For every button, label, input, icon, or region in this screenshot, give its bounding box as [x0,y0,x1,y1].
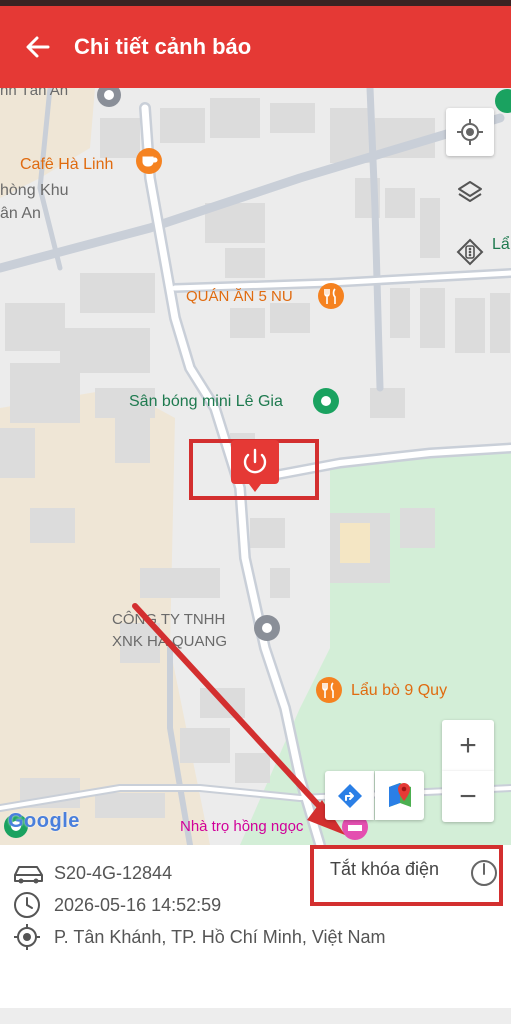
power-off-label: Tắt khóa điện [330,859,440,879]
zoom-out-button[interactable]: − [442,771,494,822]
back-arrow-icon[interactable] [24,33,52,61]
page-title: Chi tiết cảnh báo [74,34,252,59]
zoom-in-button[interactable]: + [442,720,494,771]
google-logo: Google [8,810,80,832]
clock-icon [14,892,40,918]
alert-time: 2026-05-16 14:52:59 [54,894,222,915]
annotation-arrow [132,603,345,835]
my-location-icon [457,119,483,145]
open-google-maps-button[interactable] [375,771,424,820]
traffic-button[interactable] [446,228,494,276]
layers-button[interactable] [446,168,494,216]
car-icon [14,866,43,884]
location-icon [14,924,40,950]
plate-row: S20-4G-12844 [0,859,300,887]
app-bar: Chi tiết cảnh báo [0,6,511,88]
time-row: 2026-05-16 14:52:59 [0,891,300,919]
layers-icon [458,181,482,202]
traffic-icon [456,238,484,266]
google-maps-icon [388,782,411,807]
vehicle-plate: S20-4G-12844 [54,862,173,883]
map-view[interactable]: nh Tân An Cafê Hà Linh hòng Khu ân An QU… [0,88,511,845]
alert-address: P. Tân Khánh, TP. Hồ Chí Minh, Việt Nam [54,926,386,947]
address-row: P. Tân Khánh, TP. Hồ Chí Minh, Việt Nam [0,923,511,951]
directions-icon [337,783,362,808]
my-location-button[interactable] [446,108,494,156]
directions-button[interactable] [325,771,374,820]
power-off-button[interactable] [468,857,500,889]
vehicle-info-panel: S20-4G-12844 2026-05-16 14:52:59 P. Tân … [0,845,511,1008]
bottom-bar [0,1008,511,1024]
